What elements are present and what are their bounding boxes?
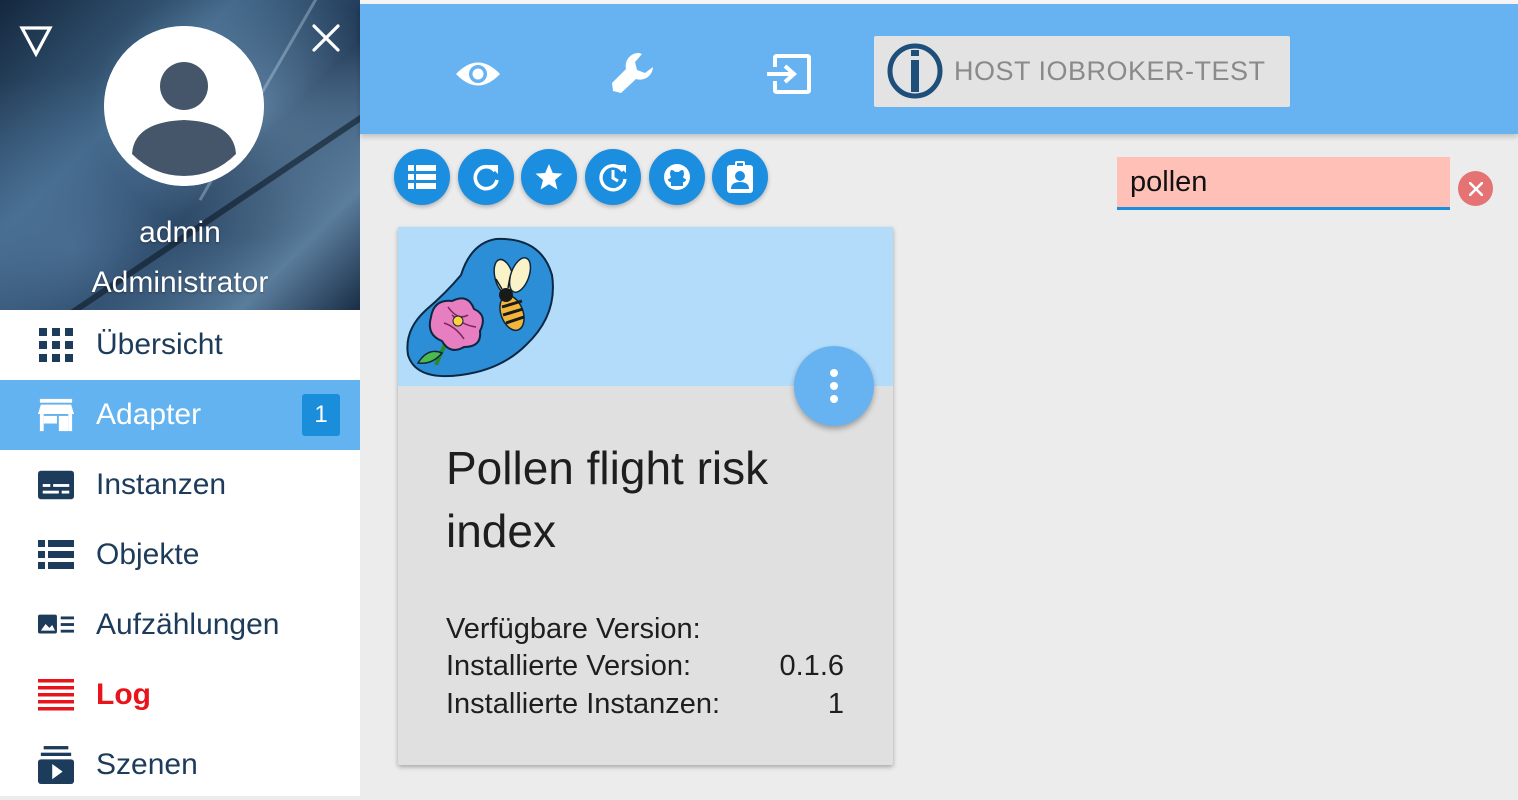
- github-button[interactable]: [649, 149, 705, 205]
- lines-icon: [38, 677, 74, 713]
- top-toolbar: HOST IOBROKER-TEST: [360, 4, 1518, 134]
- adapter-card[interactable]: Pollen flight risk index Verfügbare Vers…: [398, 227, 893, 765]
- nav-item-szenen[interactable]: Szenen: [0, 730, 360, 800]
- installed-version-label: Installierte Version:: [446, 650, 692, 682]
- nav-label: Objekte: [96, 538, 200, 571]
- more-vertical-icon: [830, 369, 838, 403]
- nav-item-instanzen[interactable]: Instanzen: [0, 450, 360, 520]
- wrench-icon: [612, 52, 653, 93]
- pollen-adapter-logo-icon: [406, 237, 554, 378]
- update-icon: [599, 164, 627, 192]
- installed-version-value: 0.1.6: [779, 650, 845, 682]
- subtitles-icon: [38, 467, 74, 503]
- available-version-label: Verfügbare Version:: [446, 613, 701, 645]
- eye-button[interactable]: [450, 46, 506, 102]
- search-field[interactable]: [1117, 157, 1450, 210]
- clipboard-account-button[interactable]: [712, 149, 768, 205]
- user-name: admin: [139, 216, 221, 249]
- nav-label: Übersicht: [96, 328, 223, 361]
- nav-item-log[interactable]: Log: [0, 660, 360, 730]
- store-icon: [38, 397, 74, 433]
- exit-button[interactable]: [760, 46, 816, 102]
- installed-instances-label: Installierte Instanzen:: [446, 688, 721, 720]
- sidebar: admin Administrator Übersicht Adapter 1 …: [0, 0, 360, 796]
- account-icon: [104, 26, 264, 186]
- nav-label: Instanzen: [96, 468, 227, 501]
- clear-search-button[interactable]: [1458, 171, 1493, 206]
- nav-item-objekte[interactable]: Objekte: [0, 520, 360, 590]
- sidebar-header: admin Administrator: [0, 0, 360, 310]
- nav-label: Szenen: [96, 748, 198, 781]
- nav-label: Adapter: [96, 398, 202, 431]
- wrench-button[interactable]: [604, 46, 660, 102]
- update-count-badge: 1: [302, 394, 340, 436]
- user-role: Administrator: [91, 266, 269, 299]
- nav-menu: Übersicht Adapter 1 Instanzen Objekte Au…: [0, 310, 360, 800]
- nav-item-uebersicht[interactable]: Übersicht: [0, 310, 360, 380]
- iobroker-logo-icon: [887, 43, 943, 99]
- close-icon[interactable]: [308, 20, 344, 56]
- list-view-icon: [408, 165, 436, 189]
- host-label: HOST IOBROKER-TEST: [954, 56, 1266, 86]
- installed-instances-row: Installierte Instanzen: 1: [446, 688, 846, 726]
- exit-icon: [767, 54, 811, 94]
- nav-item-aufzaehlungen[interactable]: Aufzählungen: [0, 590, 360, 660]
- close-icon: [1468, 181, 1483, 196]
- update-button[interactable]: [585, 149, 641, 205]
- refresh-button[interactable]: [458, 149, 514, 205]
- subscriptions-icon: [38, 746, 74, 784]
- image-list-icon: [38, 607, 74, 643]
- star-icon: [535, 164, 563, 190]
- available-version-row: Verfügbare Version:: [446, 613, 846, 651]
- nav-label: Log: [96, 678, 151, 711]
- clipboard-account-icon: [727, 161, 753, 193]
- host-selector[interactable]: HOST IOBROKER-TEST: [874, 36, 1290, 107]
- search-input[interactable]: [1117, 157, 1450, 207]
- list-view-button[interactable]: [394, 149, 450, 205]
- adapter-title: Pollen flight risk index: [446, 442, 769, 557]
- installed-instances-value: 1: [827, 688, 844, 720]
- adapter-menu-button[interactable]: [794, 346, 874, 426]
- list-icon: [38, 537, 74, 573]
- nav-label: Aufzählungen: [96, 608, 280, 641]
- nav-item-adapter[interactable]: Adapter 1: [0, 380, 360, 450]
- grid-icon: [38, 327, 74, 363]
- github-icon: [664, 164, 690, 190]
- refresh-icon: [473, 164, 499, 191]
- favorites-button[interactable]: [521, 149, 577, 205]
- installed-version-row: Installierte Version: 0.1.6: [446, 650, 846, 688]
- collapse-triangle-icon[interactable]: [18, 22, 54, 58]
- avatar[interactable]: [104, 26, 264, 186]
- eye-icon: [456, 62, 500, 86]
